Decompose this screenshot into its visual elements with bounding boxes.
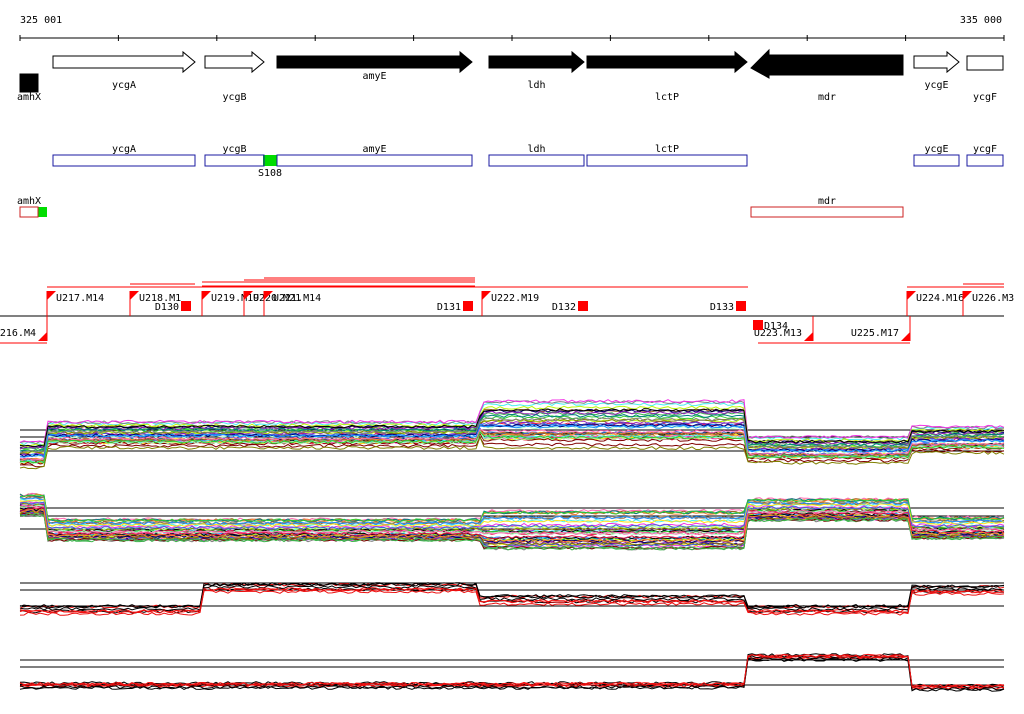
gene-label-mdr: mdr [818, 92, 836, 103]
upshift-label: U216.M4 [0, 328, 36, 339]
cds-box-ycgB [204, 154, 265, 167]
upshift-label: U224.M16 [916, 293, 964, 304]
gene-track: amhX ycgA ycgB amyE ldh lctP mdr ycgE ycgF [17, 48, 1004, 103]
downshift-marker [736, 301, 746, 311]
gene-label-ycgE: ycgE [924, 80, 948, 91]
expression-profile-panel-4 [19, 653, 1005, 692]
downshift-marker [181, 301, 191, 311]
downshift-marker [578, 301, 588, 311]
downshift-label: D131 [437, 302, 461, 313]
segment-track: amhX mdr [17, 196, 904, 218]
ruler-start-label: 325 001 [20, 15, 62, 26]
gene-label-lctP: lctP [655, 92, 679, 103]
cds-box-lctP [586, 154, 748, 167]
cds-label-lctP: lctP [655, 144, 679, 155]
segment-label-amhX: amhX [17, 196, 41, 207]
segment-label-mdr: mdr [818, 196, 836, 207]
downshift-label: D130 [155, 302, 179, 313]
upshift-label: U225.M17 [851, 328, 899, 339]
upshift-flag [804, 332, 813, 341]
gene-label-amyE: amyE [362, 71, 386, 82]
gene-label-ycgF: ycgF [973, 92, 997, 103]
gene-ycgF [966, 55, 1004, 71]
upshift-flag [482, 291, 491, 300]
cds-box-ldh [488, 154, 585, 167]
downshift-label: D134 [764, 321, 788, 332]
gene-label-amhX: amhX [17, 92, 41, 103]
downshift-label: D133 [710, 302, 734, 313]
cds-label-ycgA: ycgA [112, 144, 136, 155]
cds-label-amyE: amyE [362, 144, 386, 155]
cds-track: S108 ycgA ycgB amyE ldh lctP ycgE ycgF [52, 144, 1004, 179]
upshift-label: U221.M14 [273, 293, 321, 304]
cds-box-amyE [276, 154, 473, 167]
upshift-flag [38, 332, 47, 341]
upshift-flag [907, 291, 916, 300]
cds-marker-label: S108 [258, 168, 282, 179]
gene-mdr [750, 48, 904, 79]
cds-box-ycgE [913, 154, 960, 167]
segment-box-amhX [19, 206, 39, 218]
upshift-flag [202, 291, 211, 300]
gene-ycgA [52, 50, 196, 74]
upshift-flag [47, 291, 56, 300]
upshift-flag [901, 332, 910, 341]
gene-ycgE [913, 50, 960, 74]
upshift-flag [130, 291, 139, 300]
upshift-label: U219.M19 [211, 293, 259, 304]
cds-marker-S108 [263, 155, 277, 166]
coordinate-ruler: 325 001 335 000 [19, 15, 1005, 41]
segment-box-mdr [750, 206, 904, 218]
cds-label-ycgF: ycgF [973, 144, 997, 155]
gene-ldh [488, 50, 585, 74]
upshift-label: U222.M19 [491, 293, 539, 304]
cds-label-ycgB: ycgB [222, 144, 246, 155]
ruler-end-label: 335 000 [960, 15, 1002, 26]
cds-label-ldh: ldh [527, 144, 545, 155]
cds-label-ycgE: ycgE [924, 144, 948, 155]
upshift-markers-top: U217.M14 U218.M1 U219.M19U220.M21U221.M14 U… [46, 291, 1014, 316]
upshift-label: U217.M14 [56, 293, 104, 304]
gene-ycgB [204, 50, 265, 74]
gene-label-ldh: ldh [527, 80, 545, 91]
expression-profile-panel-1 [19, 399, 1005, 470]
gene-label-ycgA: ycgA [112, 80, 136, 91]
gene-amyE [276, 50, 473, 74]
genome-browser-view: 325 001 335 000 amhX ycgA ycgB amyE ldh lctP m… [0, 15, 1014, 692]
expression-profile-panel-2 [19, 492, 1005, 551]
downshift-marker [753, 320, 763, 330]
expression-profile-panel-3 [19, 582, 1005, 616]
upshift-label: U226.M3 [972, 293, 1014, 304]
downshift-label: D132 [552, 302, 576, 313]
segment-marker [38, 207, 47, 217]
transcription-shift-track: U217.M14 U218.M1 U219.M19U220.M21U221.M14 U… [0, 277, 1014, 344]
gene-amhX [19, 73, 39, 93]
upshift-flag [963, 291, 972, 300]
cds-box-ycgA [52, 154, 196, 167]
gene-lctP [586, 50, 748, 74]
downshift-marker [463, 301, 473, 311]
cds-box-ycgF [966, 154, 1004, 167]
gene-label-ycgB: ycgB [222, 92, 246, 103]
